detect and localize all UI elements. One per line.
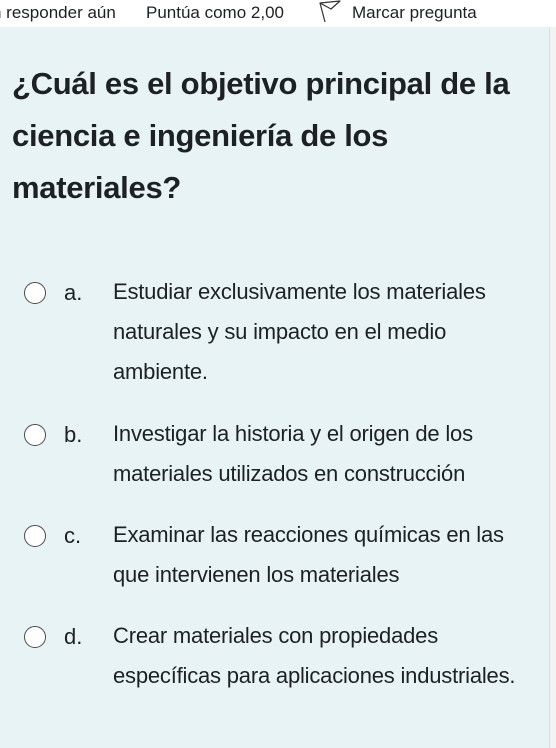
radio-button-c[interactable]	[24, 525, 46, 547]
option-letter: b.	[64, 422, 83, 447]
radio-button-a[interactable]	[24, 282, 46, 304]
radio-button-d[interactable]	[24, 626, 46, 648]
question-status: n responder aún	[0, 3, 116, 22]
option-text[interactable]: Investigar la historia y el origen de lo…	[113, 414, 538, 494]
option-letter: c.	[64, 523, 82, 548]
flag-icon[interactable]	[316, 0, 342, 23]
option-text[interactable]: Examinar las reacciones químicas en las …	[113, 515, 538, 595]
question-text: ¿Cuál es el objetivo principal de la cie…	[12, 66, 510, 205]
right-edge-scrollbar[interactable]	[549, 27, 556, 748]
option-text[interactable]: Crear materiales con propiedades específ…	[113, 616, 538, 696]
question-grade: Puntúa como 2,00	[146, 3, 284, 22]
radio-button-b[interactable]	[24, 424, 46, 446]
question-page: n responder aún Puntúa como 2,00 Marcar …	[0, 0, 556, 748]
question-info-bar: n responder aún Puntúa como 2,00 Marcar …	[0, 0, 556, 27]
option-letter: d.	[64, 624, 83, 649]
option-text[interactable]: Estudiar exclusivamente los materiales n…	[113, 272, 538, 392]
flag-question-link[interactable]: Marcar pregunta	[352, 3, 477, 23]
option-letter: a.	[64, 280, 83, 305]
